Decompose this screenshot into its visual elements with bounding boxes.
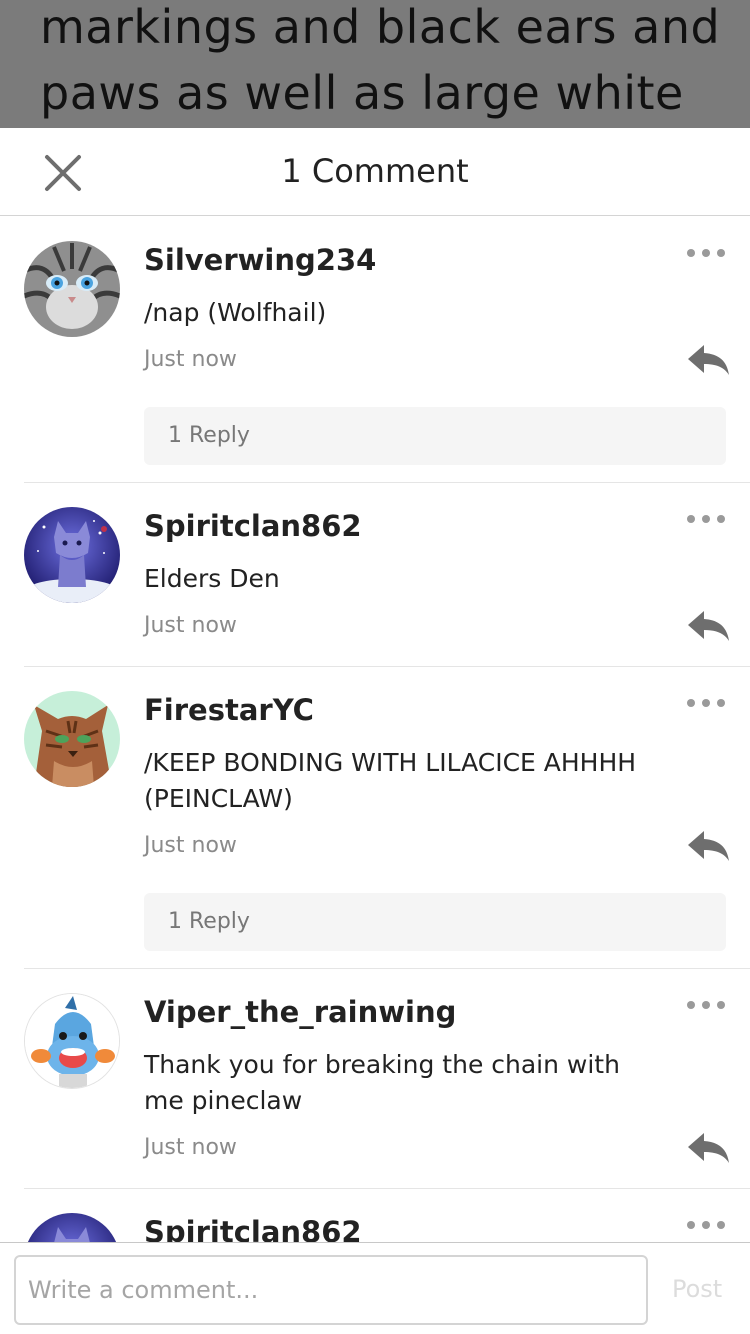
replies-count: 1 Reply <box>168 909 250 934</box>
more-options-icon[interactable] <box>686 245 726 261</box>
blue-creature-avatar[interactable] <box>24 993 120 1089</box>
replies-count: 1 Reply <box>168 423 250 448</box>
starry-blue-cat-avatar[interactable] <box>24 507 120 603</box>
reply-arrow-icon[interactable] <box>686 829 730 863</box>
reply-arrow-icon[interactable] <box>686 609 730 643</box>
comment-username[interactable]: Spiritclan862 <box>144 1215 362 1242</box>
comments-sheet: 1 Comment Silverwing234 /nap (Wolfhail) … <box>0 128 750 1334</box>
background-post-text: markings and black ears and paws as well… <box>0 0 750 128</box>
comment-item: Spiritclan862 Elders Den Just now <box>0 483 750 667</box>
comment-timestamp: Just now <box>144 347 237 372</box>
comment-timestamp: Just now <box>144 1135 237 1160</box>
comment-composer: Post <box>0 1242 750 1334</box>
comment-list: Silverwing234 /nap (Wolfhail) Just now 1… <box>0 217 750 1242</box>
comment-item: FirestarYC /KEEP BONDING WITH LILACICE A… <box>0 667 750 969</box>
more-options-icon[interactable] <box>686 997 726 1013</box>
background-post-line: paws as well as large white <box>40 66 684 120</box>
comments-header: 1 Comment <box>0 128 750 216</box>
background-post-line: markings and black ears and <box>40 0 721 54</box>
comment-text: /nap (Wolfhail) <box>144 298 327 327</box>
comment-item: Silverwing234 /nap (Wolfhail) Just now 1… <box>0 217 750 483</box>
comment-timestamp: Just now <box>144 833 237 858</box>
comment-text: Elders Den <box>144 564 280 593</box>
more-options-icon[interactable] <box>686 695 726 711</box>
comment-timestamp: Just now <box>144 613 237 638</box>
gray-tabby-kitten-avatar[interactable] <box>24 241 120 337</box>
comment-text: Thank you for breaking the chain with me… <box>144 1050 620 1115</box>
more-options-icon[interactable] <box>686 1217 726 1233</box>
more-options-icon[interactable] <box>686 511 726 527</box>
reply-arrow-icon[interactable] <box>686 1131 730 1165</box>
starry-blue-cat-avatar[interactable] <box>24 1213 120 1242</box>
post-button[interactable]: Post <box>672 1275 722 1303</box>
comment-username[interactable]: Silverwing234 <box>144 243 376 277</box>
comment-text: /KEEP BONDING WITH LILACICE AHHHH (PEINC… <box>144 748 637 813</box>
comment-username[interactable]: FirestarYC <box>144 693 314 727</box>
view-replies-button[interactable]: 1 Reply <box>144 893 726 951</box>
comment-username[interactable]: Viper_the_rainwing <box>144 995 456 1029</box>
reply-arrow-icon[interactable] <box>686 343 730 377</box>
view-replies-button[interactable]: 1 Reply <box>144 407 726 465</box>
brown-tabby-cat-avatar[interactable] <box>24 691 120 787</box>
page-title: 1 Comment <box>281 152 469 190</box>
comment-input[interactable] <box>14 1255 648 1325</box>
comment-item: Spiritclan862 <box>0 1189 750 1242</box>
comment-username[interactable]: Spiritclan862 <box>144 509 362 543</box>
comment-item: Viper_the_rainwing Thank you for breakin… <box>0 969 750 1189</box>
